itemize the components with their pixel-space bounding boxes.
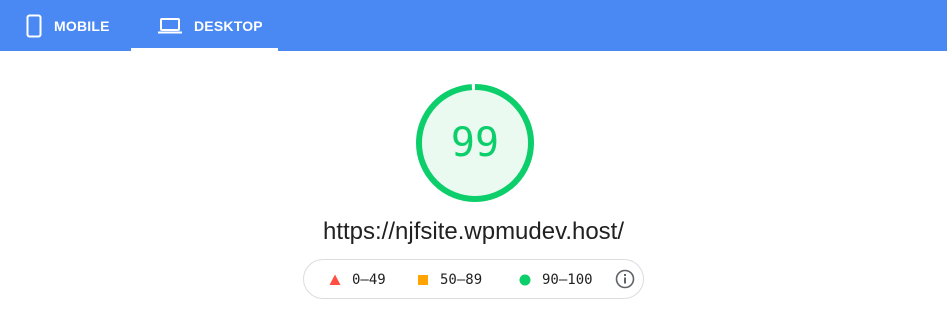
- tab-desktop-label: DESKTOP: [194, 17, 263, 34]
- triangle-icon: [329, 274, 341, 286]
- performance-score-value: 99: [450, 120, 500, 166]
- tab-mobile-label: MOBILE: [54, 17, 110, 34]
- square-icon: [417, 274, 429, 286]
- tested-url: https://njfsite.wpmudev.host/: [322, 218, 625, 245]
- tab-desktop[interactable]: DESKTOP: [131, 0, 278, 51]
- legend-average: 50–89: [417, 260, 482, 300]
- info-icon[interactable]: [615, 269, 635, 289]
- tab-mobile[interactable]: MOBILE: [26, 0, 110, 51]
- score-scale-legend: 0–49 50–89 90–100: [303, 259, 644, 299]
- legend-pass-label: 90–100: [542, 272, 593, 288]
- selected-tab-indicator: [131, 48, 278, 51]
- mobile-phone-icon: [26, 14, 42, 38]
- circle-icon: [519, 274, 531, 286]
- laptop-icon: [158, 17, 182, 35]
- device-tab-bar: MOBILE DESKTOP: [0, 0, 947, 51]
- legend-fail-label: 0–49: [352, 272, 386, 288]
- legend-average-label: 50–89: [440, 272, 483, 288]
- legend-pass: 90–100: [519, 260, 593, 300]
- legend-fail: 0–49: [329, 260, 386, 300]
